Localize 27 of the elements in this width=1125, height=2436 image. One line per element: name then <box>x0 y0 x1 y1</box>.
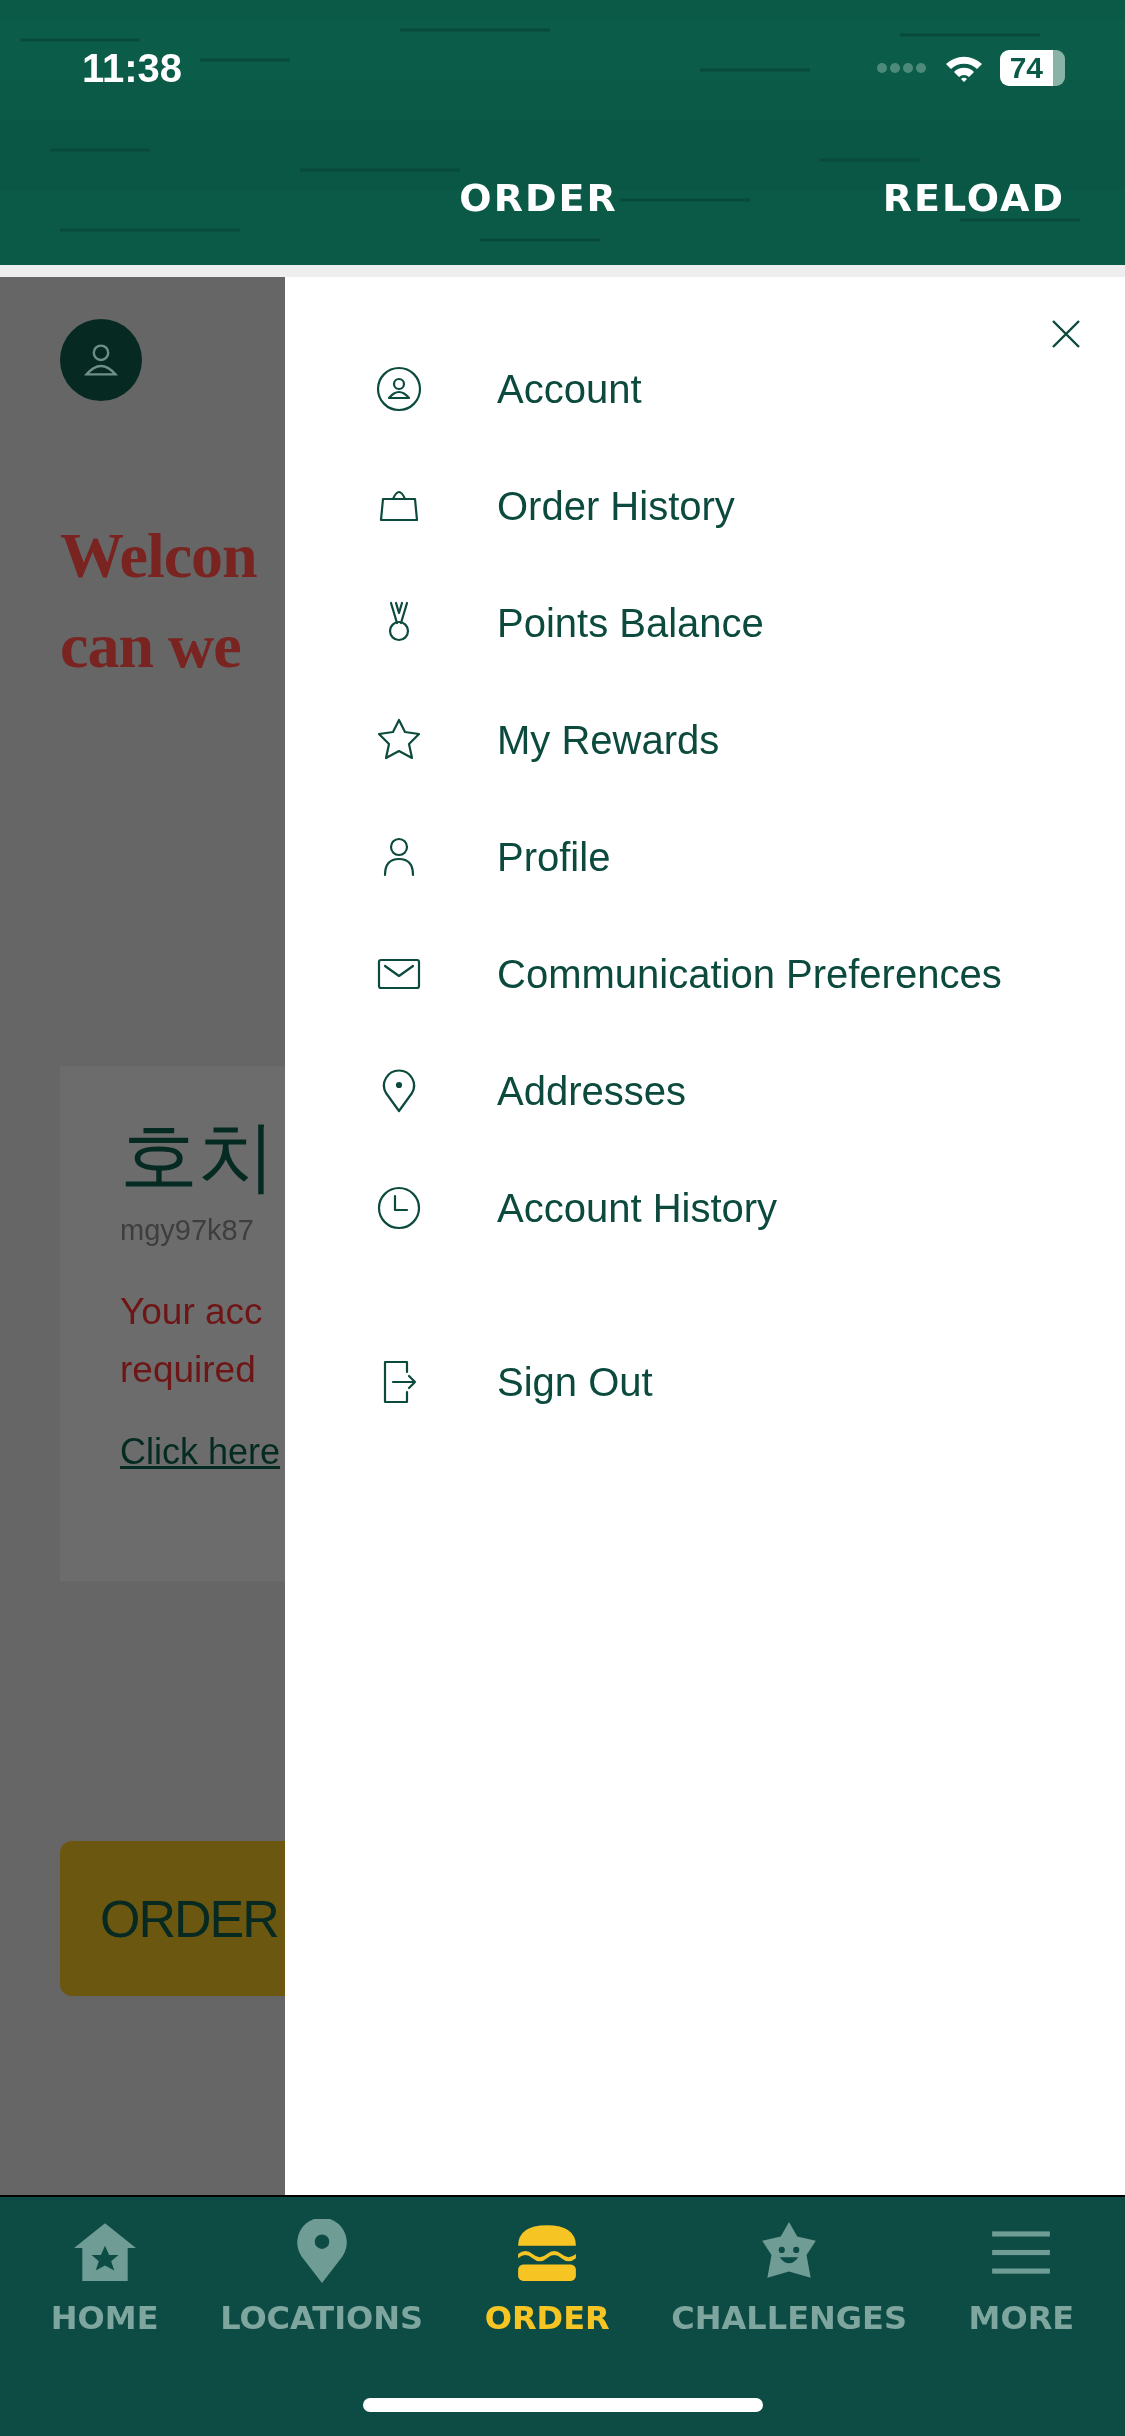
account-name: 호치 <box>120 1110 276 1203</box>
clock-icon <box>375 1184 423 1232</box>
menu-item[interactable]: Account History <box>497 1185 778 1231</box>
tab-bar-item[interactable]: CHALLENGES <box>671 2219 907 2337</box>
welcome-heading: can we <box>60 609 241 683</box>
signal-icon <box>875 62 928 74</box>
tab-bar-item[interactable]: MORE <box>968 2219 1075 2337</box>
menu-item[interactable]: Communication Preferences <box>497 951 1002 997</box>
header-tab[interactable]: RELOAD <box>882 176 1065 220</box>
menu-item[interactable]: Order History <box>497 483 735 529</box>
menu-item[interactable]: Account <box>497 366 642 412</box>
tab-bar-item[interactable]: LOCATIONS <box>220 2219 424 2337</box>
menu-item[interactable]: Profile <box>497 834 611 880</box>
welcome-heading: Welcon <box>60 519 257 593</box>
warning-text: required <box>120 1348 257 1392</box>
warning-text: Your acc <box>120 1290 263 1334</box>
battery-indicator: 74 <box>999 50 1065 86</box>
tab-bar-item[interactable]: ORDER <box>484 2219 610 2337</box>
menu-item[interactable]: Points Balance <box>497 600 764 646</box>
tab-bar-item[interactable]: HOME <box>50 2219 159 2337</box>
sign-out-link[interactable]: Sign Out <box>497 1359 653 1405</box>
status-time: 11:38 <box>82 45 183 91</box>
close-icon[interactable] <box>1051 319 1081 349</box>
account-icon <box>375 365 423 413</box>
menu-item[interactable]: My Rewards <box>497 717 720 763</box>
header-tab[interactable]: ORDER <box>459 176 618 220</box>
menu-item[interactable]: Addresses <box>497 1068 686 1114</box>
